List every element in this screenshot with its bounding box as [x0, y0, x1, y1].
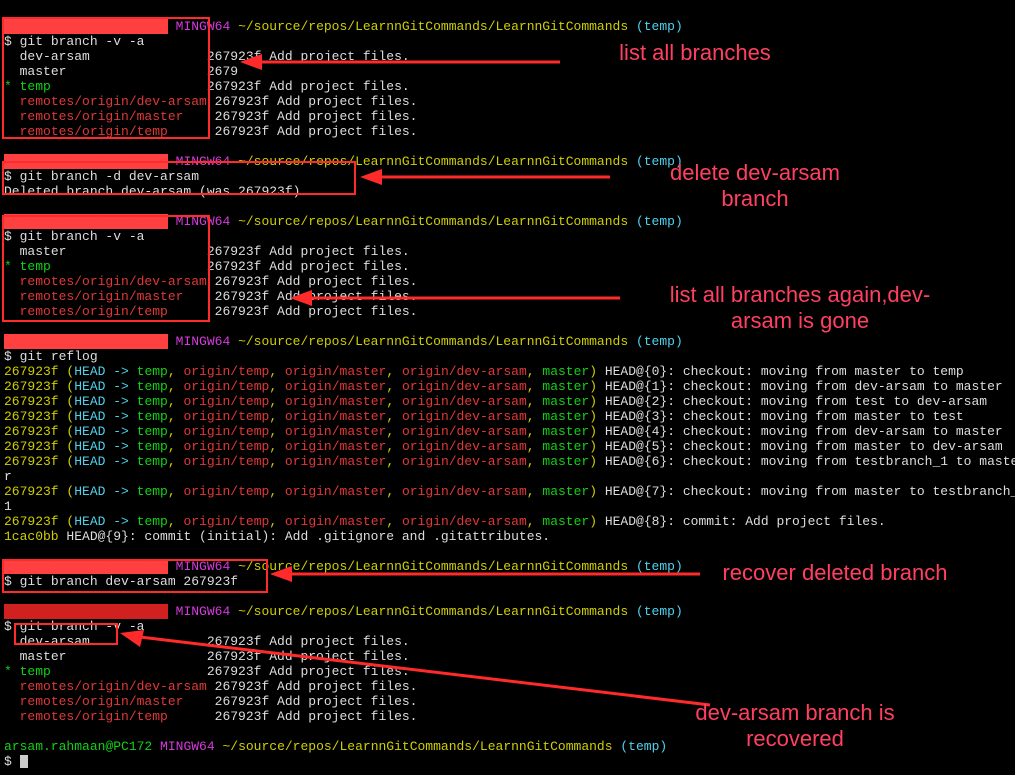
cmd-reflog: $ git reflog: [4, 349, 98, 364]
annotation-label: delete dev-arsam branch: [640, 160, 870, 212]
reflog-line: 267923f (HEAD -> temp, origin/temp, orig…: [4, 394, 987, 409]
redacted-user: xxxxxxxxxxxxxxxxxxxxx: [4, 214, 168, 229]
branch-row: master 267923f Add project files.: [4, 649, 410, 664]
prompt-6: xxxxxxxxxxxxxxxxxxxxx MINGW64 ~/source/r…: [4, 604, 683, 619]
reflog-wrap: 1: [4, 499, 12, 514]
annotation-label: recover deleted branch: [720, 560, 950, 586]
redacted-user: xxxxxxxxxxxxxxxxxxxxx: [4, 19, 168, 34]
redacted-user: xxxxxxxxxxxxxxxxxxxxx: [4, 154, 168, 169]
reflog-line: 267923f (HEAD -> temp, origin/temp, orig…: [4, 424, 1003, 439]
delete-output: Deleted branch dev-arsam (was 267923f).: [4, 184, 308, 199]
reflog-line: 1cac0bb HEAD@{9}: commit (initial): Add …: [4, 529, 550, 544]
prompt-4: xxxxxxxxxxxxxxxxxxxxx MINGW64 ~/source/r…: [4, 334, 683, 349]
branch-row: remotes/origin/master 267923f Add projec…: [4, 109, 417, 124]
branch-row: remotes/origin/temp 267923f Add project …: [4, 709, 417, 724]
redacted-user: xxxxxxxxxxxxxxxxxxxxx: [4, 559, 168, 574]
branch-row: dev-arsam 267923f Add project files.: [4, 49, 410, 64]
reflog-line: 267923f (HEAD -> temp, origin/temp, orig…: [4, 484, 1015, 499]
prompt-2: xxxxxxxxxxxxxxxxxxxxx MINGW64 ~/source/r…: [4, 154, 683, 169]
branch-row: remotes/origin/dev-arsam 267923f Add pro…: [4, 679, 417, 694]
branch-row: remotes/origin/master 267923f Add projec…: [4, 289, 417, 304]
redacted-user: xxxxxxxxxxxxxxxxxxxxx: [4, 604, 168, 619]
reflog-wrap: r: [4, 469, 12, 484]
reflog-line: 267923f (HEAD -> temp, origin/temp, orig…: [4, 514, 886, 529]
reflog-line: 267923f (HEAD -> temp, origin/temp, orig…: [4, 409, 964, 424]
cmd-list-3: $ git branch -v -a: [4, 619, 144, 634]
branch-row: * temp 267923f Add project files.: [4, 664, 410, 679]
reflog-line: 267923f (HEAD -> temp, origin/temp, orig…: [4, 439, 1003, 454]
annotation-label: list all branches: [580, 40, 810, 66]
redacted-user: xxxxxxxxxxxxxxxxxxxxx: [4, 334, 168, 349]
branch-row: master 2679: [4, 64, 425, 79]
reflog-line: 267923f (HEAD -> temp, origin/temp, orig…: [4, 364, 964, 379]
branch-row: dev-arsam 267923f Add project files.: [4, 634, 410, 649]
branch-row: remotes/origin/temp 267923f Add project …: [4, 304, 417, 319]
cmd-recover: $ git branch dev-arsam 267923f: [4, 574, 238, 589]
prompt-3: xxxxxxxxxxxxxxxxxxxxx MINGW64 ~/source/r…: [4, 214, 683, 229]
cursor-line[interactable]: $: [4, 754, 28, 769]
branch-row: remotes/origin/dev-arsam 267923f Add pro…: [4, 94, 417, 109]
cmd-list-2: $ git branch -v -a: [4, 229, 144, 244]
annotation-label: dev-arsam branch is recovered: [650, 700, 940, 752]
cmd-list-1: $ git branch -v -a: [4, 34, 144, 49]
terminal-output: xxxxxxxxxxxxxxxxxxxxx MINGW64 ~/source/r…: [0, 0, 1015, 775]
reflog-line: 267923f (HEAD -> temp, origin/temp, orig…: [4, 454, 1015, 469]
prompt-1: xxxxxxxxxxxxxxxxxxxxx MINGW64 ~/source/r…: [4, 19, 683, 34]
branch-row: remotes/origin/master 267923f Add projec…: [4, 694, 417, 709]
branch-row: * temp 267923f Add project files.: [4, 259, 410, 274]
prompt-5: xxxxxxxxxxxxxxxxxxxxx MINGW64 ~/source/r…: [4, 559, 683, 574]
reflog-line: 267923f (HEAD -> temp, origin/temp, orig…: [4, 379, 1003, 394]
cmd-delete: $ git branch -d dev-arsam: [4, 169, 199, 184]
cursor-block: [20, 755, 28, 768]
prompt-7: arsam.rahmaan@PC172 MINGW64 ~/source/rep…: [4, 739, 667, 754]
annotation-label: list all branches again,dev-arsam is gon…: [640, 282, 960, 334]
branch-row: remotes/origin/temp 267923f Add project …: [4, 124, 417, 139]
branch-row: remotes/origin/dev-arsam 267923f Add pro…: [4, 274, 417, 289]
branch-row: master 267923f Add project files.: [4, 244, 410, 259]
branch-row: * temp 267923f Add project files.: [4, 79, 410, 94]
